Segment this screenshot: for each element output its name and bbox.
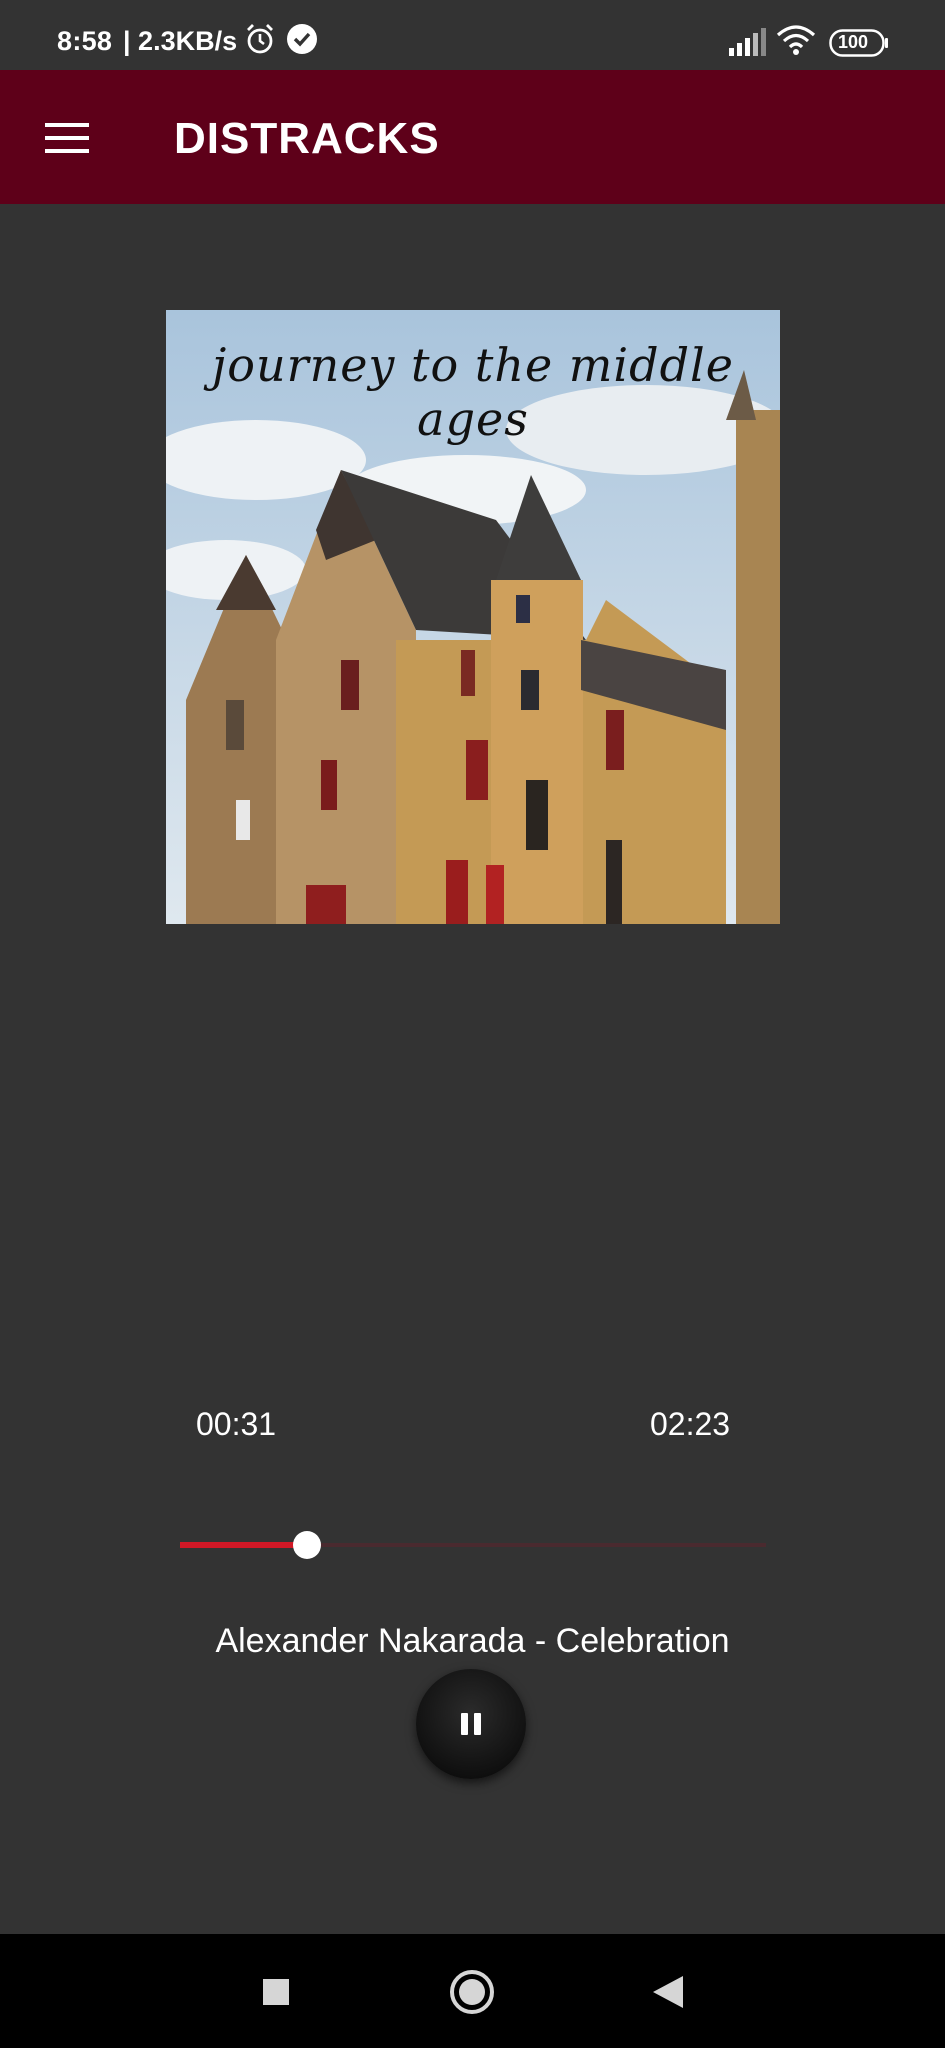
total-time: 02:23: [650, 1406, 731, 1442]
seek-progress: [180, 1542, 308, 1548]
seek-thumb[interactable]: [293, 1531, 322, 1559]
back-button[interactable]: [640, 1964, 696, 2020]
recents-square-icon: [263, 1979, 289, 2005]
status-time: 8:58: [57, 26, 113, 56]
pause-button[interactable]: [416, 1669, 526, 1779]
app-title: DISTRACKS: [174, 114, 440, 163]
alarm-icon: [243, 22, 277, 61]
pause-icon: [461, 1713, 481, 1735]
signal-icon: [728, 28, 766, 61]
seek-bar[interactable]: [180, 1520, 766, 1570]
album-title-text: journey to the middle ages: [212, 338, 734, 446]
hamburger-menu-icon: [45, 123, 89, 153]
status-bar: 8:58 | 2.3KB/s 100: [0, 0, 945, 70]
battery-level: 100: [838, 32, 869, 52]
check-circle-icon: [285, 22, 319, 61]
recents-button[interactable]: [248, 1964, 304, 2020]
system-nav-bar: [0, 1934, 945, 2048]
track-title: Alexander Nakarada - Celebration: [215, 1622, 730, 1660]
wifi-icon: [776, 24, 816, 61]
battery-icon: 100: [829, 29, 889, 62]
status-network-speed: | 2.3KB/s: [123, 26, 238, 56]
back-triangle-icon: [653, 1976, 683, 2008]
elapsed-time: 00:31: [196, 1406, 277, 1442]
home-circle-icon: [450, 1970, 494, 2014]
home-button[interactable]: [444, 1964, 500, 2020]
app-bar: DISTRACKS: [0, 70, 945, 204]
menu-button[interactable]: [36, 110, 98, 166]
album-art: journey to the middle ages: [166, 310, 780, 924]
